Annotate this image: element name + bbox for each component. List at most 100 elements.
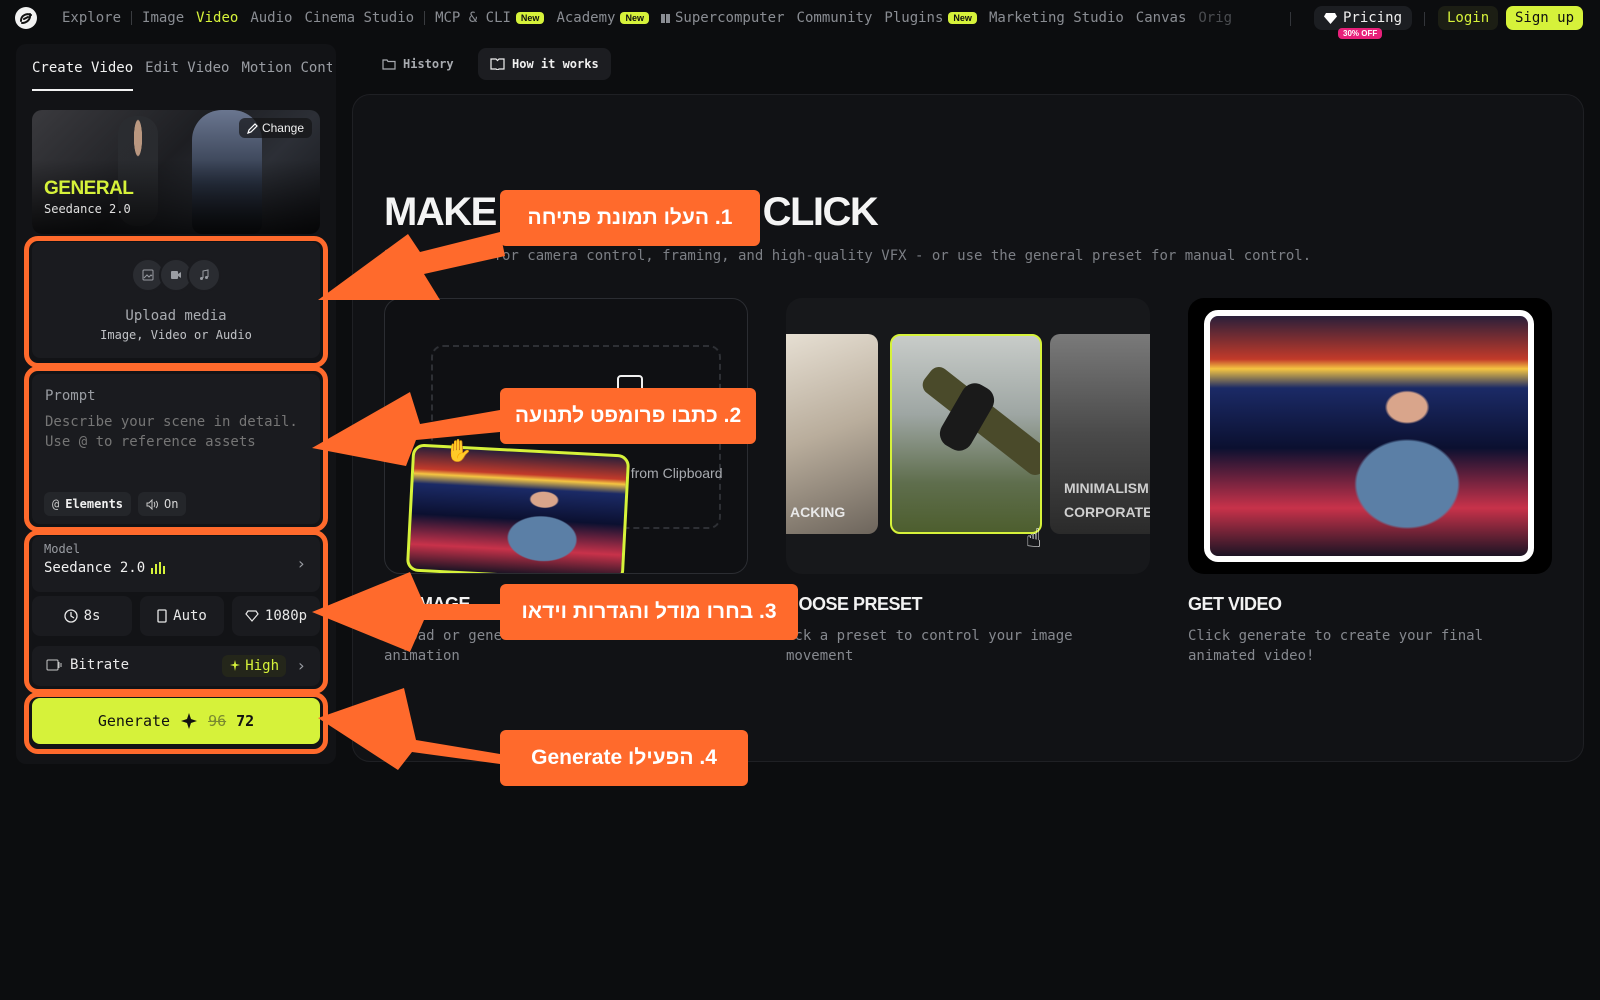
nav-item-orig[interactable]: Orig [1192,10,1238,26]
nav-item-community[interactable]: Community [791,10,879,26]
chevron-right-icon: › [296,554,306,573]
bitrate-icon [46,659,62,671]
sample-image-thumbnail [405,443,631,573]
clock-icon [63,609,78,623]
discount-badge: 30% OFF [1338,28,1383,39]
resolution-button[interactable]: 1080p [232,596,320,636]
app-logo-icon[interactable] [15,7,37,29]
nav-item-label: Canvas [1135,10,1187,26]
step-title: HOOSE PRESET [786,594,923,614]
preset-card[interactable]: Change GENERAL Seedance 2.0 [32,110,320,234]
nav-item-image[interactable]: Image [136,10,190,26]
nav-divider [1290,12,1291,26]
mode-tabs: Create Video Edit Video Motion Cont [32,44,332,92]
duration-value: 8s [83,608,101,624]
nav-item-academy[interactable]: Academy New [550,10,655,26]
how-it-works-button[interactable]: How it works [478,48,611,80]
bitrate-selector[interactable]: Bitrate High › [32,646,320,686]
book-icon [490,58,505,70]
get-video-card[interactable] [1188,298,1552,574]
step-description: Click generate to create your final anim… [1188,628,1484,664]
sound-toggle[interactable]: On [138,492,187,516]
login-button[interactable]: Login [1438,6,1499,30]
nav-item-marketing-studio[interactable]: Marketing Studio [983,10,1130,26]
nav-item-audio[interactable]: Audio [244,10,298,26]
upload-media-dropzone[interactable]: Upload media Image, Video or Audio [32,242,320,358]
nav-item-supercomputer[interactable]: Supercomputer [655,10,791,26]
speaker-icon [146,498,158,510]
aspect-ratio-icon [157,609,167,623]
change-preset-button[interactable]: Change [238,118,312,138]
signal-bars-icon [151,562,166,574]
callout-step-3: 3. בחרו מודל והגדרות וידאו [500,584,798,640]
model-label: Model [44,542,81,556]
preset-tile[interactable]: MINIMALISM CORPORATE [1050,334,1150,534]
nav-item-label: Academy [556,10,616,26]
preset-tile-selected[interactable] [890,334,1042,534]
nav-divider [131,11,133,25]
bitrate-label: Bitrate [70,657,130,673]
diamond-icon [1324,12,1337,24]
result-video-thumbnail [1204,310,1534,562]
folder-icon [382,59,396,70]
nav-item-label: Orig [1198,10,1233,26]
nav-item-video[interactable]: Video [190,10,244,26]
aspect-value: Auto [173,608,207,624]
at-icon: @ [52,497,60,511]
nav-item-label: Audio [250,10,293,26]
resolution-value: 1080p [264,608,308,624]
model-name: Seedance 2.0 [44,560,146,576]
nav-item-mcp-cli[interactable]: MCP & CLI New [429,10,550,26]
nav-divider [1424,12,1425,26]
nav-items: Explore Image Video Audio Cinema Studio MCP &… [56,0,1238,36]
history-button[interactable]: History [370,48,466,80]
nav-item-explore[interactable]: Explore [56,10,127,26]
model-selector[interactable]: Model Seedance 2.0 › [32,536,320,592]
callout-step-2: 2. כתבו פרומפט לתנועה [500,388,756,444]
music-icon [187,258,221,292]
new-badge: New [620,12,649,24]
signup-button[interactable]: Sign up [1506,6,1584,30]
nav-item-label: Supercomputer [674,10,785,26]
prompt-label: Prompt [45,388,96,404]
nav-item-canvas[interactable]: Canvas [1130,10,1193,26]
nav-item-plugins[interactable]: Plugins New [878,10,983,26]
preset-tile[interactable]: ACKING [786,334,878,534]
step-description: ick a preset to control your image movem… [786,628,1073,664]
upload-subtitle: Image, Video or Audio [100,328,252,342]
nav-item-label: Explore [62,10,122,26]
how-it-works-label: How it works [512,57,599,71]
nav-item-label: Video [196,10,239,26]
elements-label: Elements [65,497,124,511]
step-title: GET VIDEO [1188,594,1282,614]
nav-item-label: Cinema Studio [304,10,415,26]
sound-label: On [164,497,179,511]
choose-preset-card[interactable]: ACKING MINIMALISM CORPORATE ☝ [786,298,1150,574]
chevron-right-icon: › [296,656,306,675]
history-label: History [403,57,454,71]
generate-button[interactable]: Generate 96 72 [32,698,320,744]
original-credit-cost: 96 [208,712,227,730]
new-badge: New [948,12,977,24]
aspect-ratio-button[interactable]: Auto [140,596,224,636]
top-nav: Explore Image Video Audio Cinema Studio MCP &… [0,0,1600,39]
tab-create-video[interactable]: Create Video [32,46,134,91]
main-subtitle: 250+ presets for camera control, framing… [384,248,1312,264]
nav-item-label: Marketing Studio [988,10,1124,26]
callout-step-4: 4. הפעילו Generate [500,730,748,786]
duration-button[interactable]: 8s [32,596,132,636]
nav-item-label: Community [796,10,873,26]
prompt-input[interactable] [45,412,310,452]
pricing-button[interactable]: Pricing [1314,6,1413,30]
nav-item-label: Image [142,10,185,26]
tab-motion-control[interactable]: Motion Cont [241,60,332,76]
tab-edit-video[interactable]: Edit Video [145,60,229,76]
nav-item-cinema-studio[interactable]: Cinema Studio [298,10,420,26]
generate-label: Generate [97,712,171,730]
elements-button[interactable]: @ Elements [44,492,132,516]
callout-step-1: 1. העלו תמונת פתיחה [500,190,760,246]
diamond-outline-icon [245,610,259,622]
bitrate-value: High [245,658,279,674]
nav-divider [424,11,426,25]
preset-name: GENERAL [44,178,134,199]
